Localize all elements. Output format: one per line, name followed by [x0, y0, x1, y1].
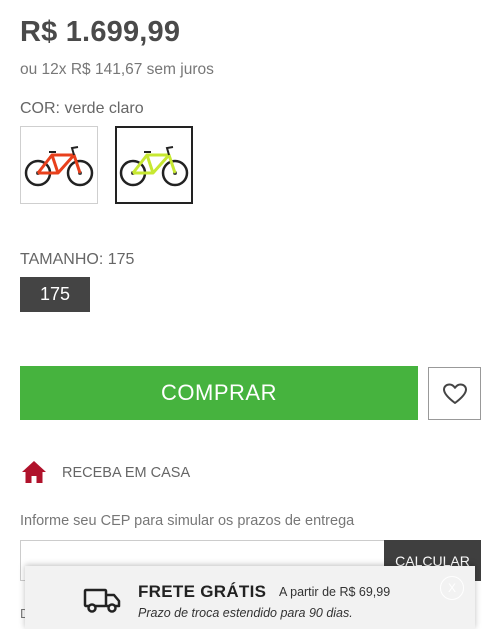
- bike-red-image: [24, 146, 94, 187]
- color-label: COR: verde claro: [20, 100, 144, 117]
- banner-description: Prazo de troca estendido para 90 dias.: [138, 606, 353, 620]
- delivery-title: RECEBA EM CASA: [62, 465, 191, 481]
- truck-icon: [83, 588, 121, 613]
- banner-title: FRETE GRÁTIS: [138, 582, 267, 601]
- buy-button[interactable]: COMPRAR: [20, 366, 418, 420]
- size-option-175[interactable]: 175: [20, 277, 90, 312]
- size-label: TAMANHO: 175: [20, 251, 135, 268]
- installments-text: ou 12x R$ 141,67 sem juros: [20, 61, 214, 78]
- free-shipping-banner: FRETE GRÁTIS A partir de R$ 69,99 Prazo …: [25, 566, 475, 629]
- wishlist-button[interactable]: [428, 367, 481, 420]
- product-price: R$ 1.699,99: [20, 16, 181, 48]
- color-swatch-red[interactable]: [20, 126, 98, 204]
- cep-hint: Informe seu CEP para simular os prazos d…: [20, 513, 355, 529]
- bike-green-image: [119, 146, 189, 187]
- banner-subtitle: A partir de R$ 69,99: [279, 585, 391, 599]
- color-swatch-light-green[interactable]: [115, 126, 193, 204]
- banner-close-button[interactable]: X: [440, 576, 464, 600]
- home-icon: [22, 461, 46, 483]
- heart-icon: [442, 383, 467, 404]
